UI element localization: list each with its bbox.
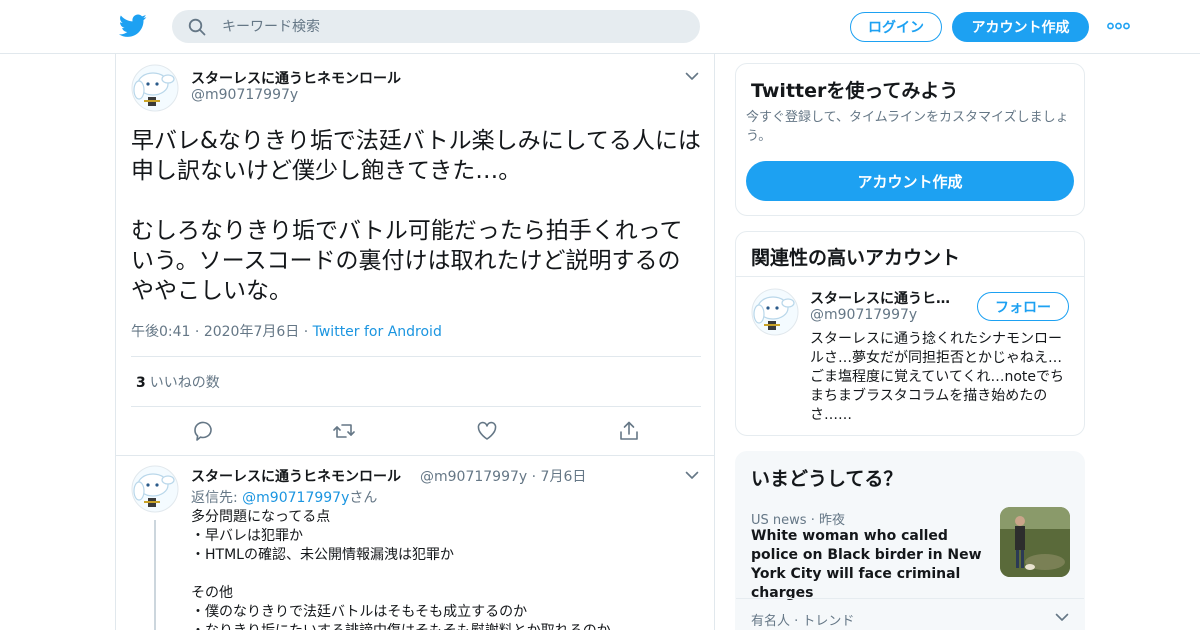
signup-card-title: Twitterを使ってみよう bbox=[751, 80, 959, 102]
like-heart-icon[interactable] bbox=[476, 420, 498, 442]
signup-card-subtitle: 今すぐ登録して、タイムラインをカスタマイズしましょう。 bbox=[746, 110, 1069, 144]
reply-text: 多分問題になってる点 ・早バレは犯罪か ・HTMLの確認、未公開情報漏洩は犯罪か… bbox=[191, 509, 611, 630]
signup-button[interactable]: アカウント作成 bbox=[952, 12, 1089, 42]
reply-icon[interactable] bbox=[192, 420, 214, 442]
tweet-source-link[interactable]: Twitter for Android bbox=[313, 324, 442, 340]
avatar-image bbox=[751, 288, 799, 336]
twitter-bird-logo-icon[interactable] bbox=[119, 14, 147, 38]
related-account-name[interactable]: スターレスに通うヒ… bbox=[810, 288, 950, 308]
next-trend-type: トレンド bbox=[802, 614, 855, 629]
reply-author-name[interactable]: スターレスに通うヒネモンロール bbox=[191, 466, 401, 486]
chevron-down-icon[interactable] bbox=[685, 471, 699, 480]
tweet-time[interactable]: 午後0:41 bbox=[131, 324, 190, 340]
replying-to: 返信先: @m90717997yさん bbox=[191, 487, 377, 507]
meta-separator: · bbox=[194, 324, 204, 340]
divider bbox=[736, 276, 1084, 277]
avatar[interactable] bbox=[131, 465, 179, 513]
like-count-label: いいねの数 bbox=[149, 375, 220, 391]
thread-connector-line bbox=[154, 520, 156, 630]
meta-separator: · bbox=[531, 469, 541, 485]
divider bbox=[131, 356, 701, 357]
divider bbox=[131, 406, 701, 407]
tweet-author-handle[interactable]: @m90717997y bbox=[191, 87, 298, 103]
divider bbox=[116, 455, 714, 456]
avatar-image bbox=[131, 64, 179, 112]
tweet-timeline: スターレスに通うヒネモンロール @m90717997y 早バレ&なりきり垢で法廷… bbox=[115, 54, 715, 630]
replying-to-suffix: さん bbox=[349, 490, 378, 506]
top-navigation-bar: ログイン アカウント作成 bbox=[0, 0, 1200, 54]
signup-card-button[interactable]: アカウント作成 bbox=[746, 161, 1074, 201]
trends-card-title: いまどうしてる？ bbox=[751, 468, 903, 490]
avatar[interactable] bbox=[751, 288, 799, 336]
trend-headline-link[interactable]: White woman who called police on Black b… bbox=[751, 527, 991, 603]
trend-photo bbox=[1000, 507, 1070, 577]
next-trend-meta: 有名人 · トレンド bbox=[751, 610, 854, 629]
trend-thumbnail-image[interactable] bbox=[1000, 507, 1070, 577]
search-input[interactable] bbox=[222, 10, 682, 43]
more-options-icon[interactable] bbox=[1107, 22, 1130, 30]
like-count-stat[interactable]: 3 いいねの数 bbox=[136, 372, 220, 392]
tweet-date[interactable]: 2020年7月6日 bbox=[204, 324, 299, 340]
retweet-icon[interactable] bbox=[333, 420, 355, 442]
avatar[interactable] bbox=[131, 64, 179, 112]
reply-author-meta: @m90717997y · 7月6日 bbox=[420, 466, 586, 486]
replying-to-handle-link[interactable]: @m90717997y bbox=[242, 490, 349, 506]
like-count-value: 3 bbox=[136, 375, 146, 391]
share-icon[interactable] bbox=[618, 420, 640, 442]
tweet-text: 早バレ&なりきり垢で法廷バトル楽しみにしてる人には申し訳ないけど僕少し飽きてきた… bbox=[131, 128, 701, 304]
related-card-title: 関連性の高いアカウント bbox=[751, 247, 961, 269]
login-button[interactable]: ログイン bbox=[850, 12, 942, 42]
search-icon bbox=[188, 18, 206, 36]
trend-item-meta: US news · 昨夜 bbox=[751, 509, 845, 528]
reply-date[interactable]: 7月6日 bbox=[541, 469, 587, 485]
signup-promo-card: Twitterを使ってみよう 今すぐ登録して、タイムラインをカスタマイズしましょ… bbox=[735, 63, 1085, 216]
follow-button[interactable]: フォロー bbox=[977, 292, 1069, 321]
chevron-down-icon[interactable] bbox=[685, 72, 699, 81]
trend-time: 昨夜 bbox=[818, 513, 845, 528]
search-bar bbox=[172, 10, 700, 43]
reply-author-handle[interactable]: @m90717997y bbox=[420, 469, 527, 485]
related-account-handle[interactable]: @m90717997y bbox=[810, 307, 917, 323]
tweet-author-name[interactable]: スターレスに通うヒネモンロール bbox=[191, 68, 401, 88]
trend-category: US news bbox=[751, 513, 807, 528]
replying-to-prefix: 返信先: bbox=[191, 490, 243, 506]
chevron-down-icon[interactable] bbox=[1055, 613, 1069, 622]
avatar-image bbox=[131, 465, 179, 513]
meta-separator: · bbox=[810, 513, 819, 528]
divider bbox=[736, 598, 1084, 599]
tweet-meta: 午後0:41 · 2020年7月6日 · Twitter for Android bbox=[131, 321, 442, 341]
related-account-bio: スターレスに通う捻くれたシナモンロールさ…夢女だが同担拒否とかじゃねえ…ごま塩程… bbox=[810, 331, 1065, 423]
related-accounts-card: 関連性の高いアカウント スターレスに通うヒ… @m90717997y フォロー … bbox=[735, 231, 1085, 436]
trends-card: いまどうしてる？ US news · 昨夜 White woman who ca… bbox=[735, 451, 1085, 630]
next-trend-category: 有名人 bbox=[751, 614, 791, 629]
meta-separator: · bbox=[303, 324, 313, 340]
